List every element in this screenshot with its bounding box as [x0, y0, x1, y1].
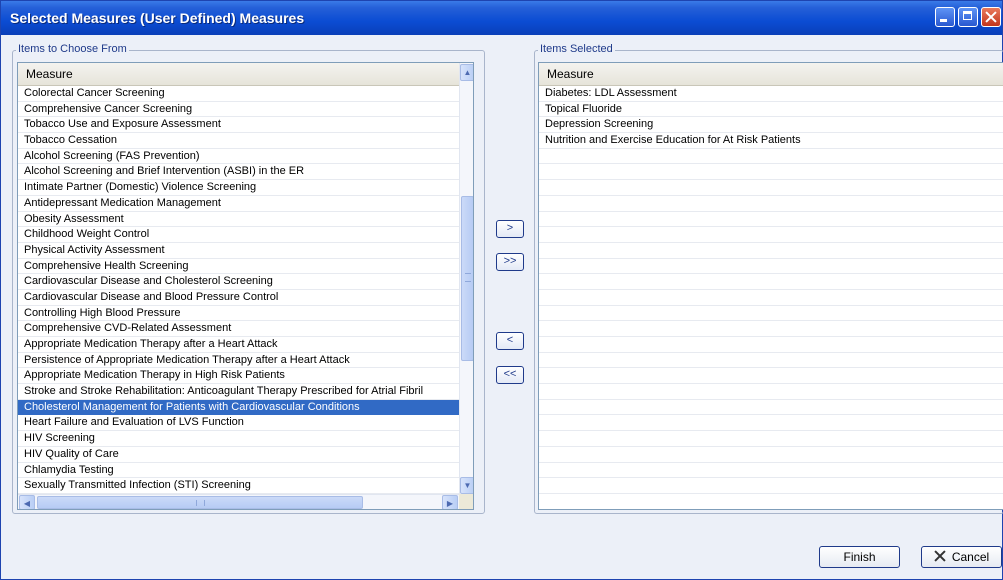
list-item[interactable]: Cardiovascular Disease and Cholesterol S… — [18, 274, 459, 290]
list-item[interactable]: Tobacco Use and Exposure Assessment — [18, 117, 459, 134]
empty-row — [539, 447, 1003, 463]
empty-row — [539, 463, 1003, 479]
vertical-scroll-thumb[interactable] — [461, 196, 473, 361]
scroll-right-arrow-icon[interactable]: ▶ — [442, 495, 458, 509]
list-item[interactable]: Stroke and Stroke Rehabilitation: Antico… — [18, 384, 459, 400]
minimize-icon[interactable] — [935, 7, 955, 27]
list-item[interactable]: Depression Screening — [539, 117, 1003, 134]
list-item[interactable]: Topical Fluoride — [539, 102, 1003, 118]
list-item[interactable]: Appropriate Medication Therapy after a H… — [18, 337, 459, 353]
empty-row — [539, 164, 1003, 181]
list-item[interactable]: Alcohol Screening (FAS Prevention) — [18, 149, 459, 165]
empty-row — [539, 384, 1003, 400]
remove-all-button[interactable]: << — [496, 366, 524, 384]
add-all-button[interactable]: >> — [496, 253, 524, 271]
horizontal-scrollbar[interactable]: ◀ ▶ — [18, 494, 459, 509]
empty-row — [539, 259, 1003, 275]
list-item[interactable]: Appropriate Medication Therapy in High R… — [18, 368, 459, 385]
list-item[interactable]: Comprehensive Health Screening — [18, 259, 459, 275]
list-item[interactable]: Sexually Transmitted Infection (STI) Scr… — [18, 478, 459, 494]
empty-row — [539, 243, 1003, 259]
grip-icon — [196, 500, 205, 506]
scrollbar-corner — [459, 494, 473, 509]
empty-row — [539, 478, 1003, 494]
cancel-button[interactable]: Cancel — [921, 546, 1002, 568]
scroll-left-arrow-icon[interactable]: ◀ — [19, 495, 35, 509]
items-selected-label: Items Selected — [538, 43, 615, 55]
empty-row — [539, 353, 1003, 369]
empty-row — [539, 306, 1003, 322]
vertical-scrollbar[interactable]: ▲ ▼ — [459, 63, 473, 494]
empty-row — [539, 196, 1003, 212]
horizontal-scroll-thumb[interactable] — [37, 496, 363, 509]
close-icon[interactable] — [981, 7, 1001, 27]
list-item[interactable]: Physical Activity Assessment — [18, 243, 459, 259]
items-to-choose-label: Items to Choose From — [16, 43, 129, 55]
empty-row — [539, 212, 1003, 228]
finish-label: Finish — [843, 550, 876, 564]
finish-button[interactable]: Finish — [819, 546, 900, 568]
dialog-window: Selected Measures (User Defined) Measure… — [0, 0, 1003, 580]
list-item[interactable]: Diabetes: LDL Assessment — [539, 86, 1003, 102]
measure-column-header[interactable]: Measure — [539, 63, 1003, 86]
list-item[interactable]: Comprehensive Cancer Screening — [18, 102, 459, 118]
list-item[interactable]: Tobacco Cessation — [18, 133, 459, 149]
x-icon — [934, 550, 946, 562]
available-measures-list[interactable]: Measure Colorectal Cancer Screening Compr… — [17, 62, 474, 510]
list-item[interactable]: Antidepressant Medication Management — [18, 196, 459, 212]
list-item[interactable]: Chlamydia Testing — [18, 463, 459, 479]
empty-row — [539, 180, 1003, 196]
title-bar[interactable]: Selected Measures (User Defined) Measure… — [1, 1, 1002, 35]
measure-column-header[interactable]: Measure — [18, 63, 459, 86]
list-item[interactable]: HIV Quality of Care — [18, 447, 459, 463]
empty-row — [539, 337, 1003, 353]
list-item[interactable]: Comprehensive CVD-Related Assessment — [18, 321, 459, 337]
empty-row — [539, 290, 1003, 306]
list-item[interactable]: HIV Screening — [18, 431, 459, 447]
list-item[interactable]: Colorectal Cancer Screening — [18, 86, 459, 102]
empty-row — [539, 431, 1003, 447]
window-title: Selected Measures (User Defined) Measure… — [10, 10, 305, 26]
maximize-icon[interactable] — [958, 7, 978, 27]
list-item[interactable]: Alcohol Screening and Brief Intervention… — [18, 164, 459, 181]
selected-measures-list[interactable]: Measure Diabetes: LDL Assessment Topical … — [538, 62, 1003, 510]
empty-row — [539, 227, 1003, 243]
list-item[interactable]: Childhood Weight Control — [18, 227, 459, 243]
empty-row — [539, 400, 1003, 416]
list-item[interactable]: Obesity Assessment — [18, 212, 459, 228]
add-selected-button[interactable]: > — [496, 220, 524, 238]
grip-icon — [465, 273, 471, 282]
empty-row — [539, 149, 1003, 165]
list-item[interactable]: Heart Failure and Evaluation of LVS Func… — [18, 415, 459, 432]
empty-row — [539, 274, 1003, 290]
list-item[interactable]: Persistence of Appropriate Medication Th… — [18, 353, 459, 369]
cancel-label: Cancel — [951, 550, 990, 564]
scroll-up-arrow-icon[interactable]: ▲ — [460, 64, 473, 81]
list-item[interactable]: Cardiovascular Disease and Blood Pressur… — [18, 290, 459, 306]
empty-row — [539, 415, 1003, 432]
list-item[interactable]: Cholesterol Management for Patients with… — [18, 399, 459, 416]
list-item[interactable]: Controlling High Blood Pressure — [18, 306, 459, 322]
list-item[interactable]: Intimate Partner (Domestic) Violence Scr… — [18, 180, 459, 196]
scroll-down-arrow-icon[interactable]: ▼ — [460, 477, 473, 494]
list-item[interactable]: Nutrition and Exercise Education for At … — [539, 133, 1003, 149]
empty-row — [539, 494, 1003, 509]
empty-row — [539, 368, 1003, 385]
selected-rows: Diabetes: LDL Assessment Topical Fluoride… — [539, 86, 1003, 509]
empty-row — [539, 321, 1003, 337]
remove-selected-button[interactable]: < — [496, 332, 524, 350]
available-rows: Colorectal Cancer Screening Comprehensive… — [18, 86, 459, 509]
